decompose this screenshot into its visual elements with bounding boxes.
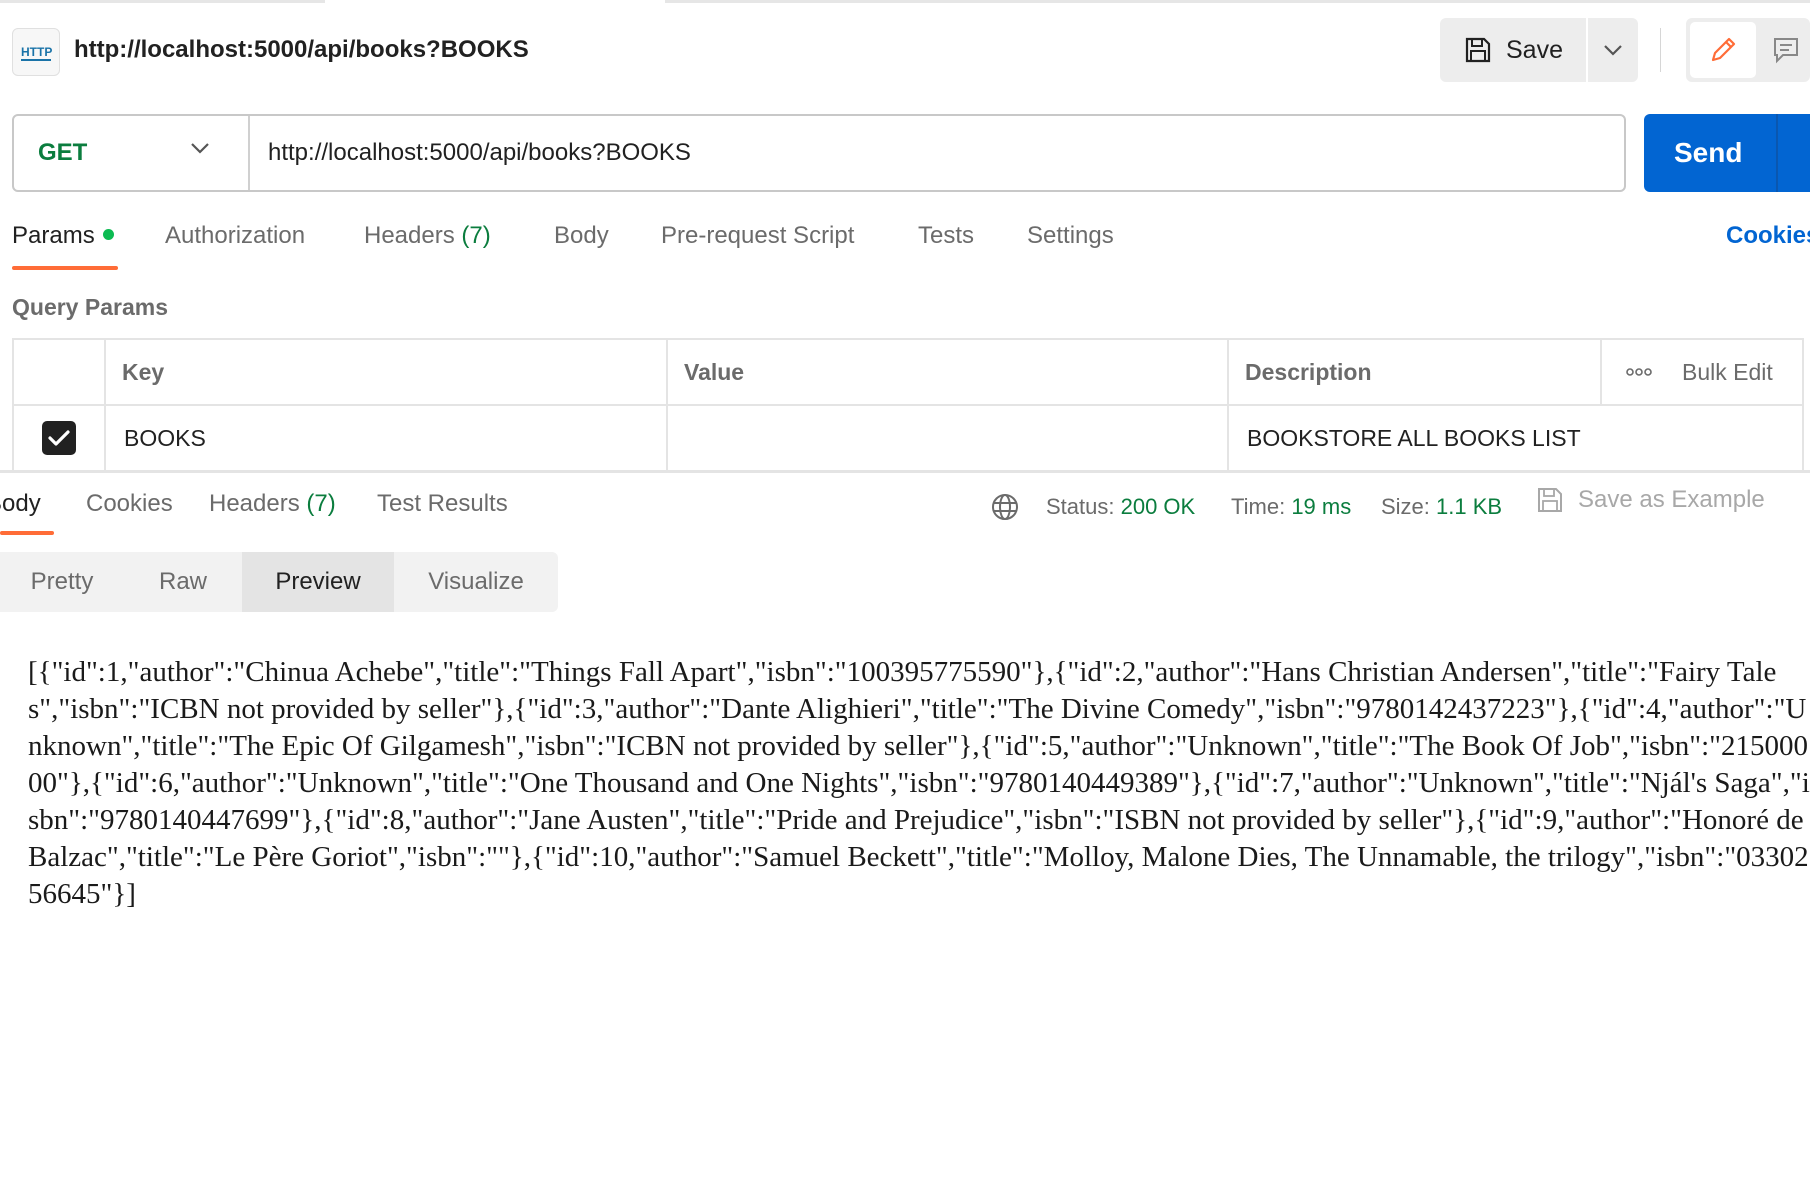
- headers-count: (7): [461, 222, 491, 249]
- save-example-label: Save as Example: [1578, 486, 1765, 513]
- table-header-row: Key Value Description Bulk Edit: [14, 340, 1804, 406]
- response-headers-count: (7): [306, 490, 336, 517]
- request-tabs: Params Authorization Headers (7) Body Pr…: [0, 222, 1810, 274]
- active-tab-underline: [0, 531, 54, 535]
- response-size[interactable]: Size: 1.1 KB: [1381, 490, 1502, 524]
- response-time[interactable]: Time: 19 ms: [1231, 490, 1351, 524]
- save-as-example-button[interactable]: Save as Example: [1536, 486, 1765, 514]
- size-label: Size:: [1381, 494, 1430, 519]
- mode-pretty[interactable]: Pretty: [0, 552, 124, 612]
- time-label: Time:: [1231, 494, 1286, 519]
- tab-label: Settings: [1027, 222, 1114, 249]
- param-value-cell[interactable]: [666, 406, 1227, 470]
- save-button[interactable]: Save: [1440, 18, 1588, 82]
- tab-label: Tests: [918, 222, 975, 249]
- table-row: BOOKS BOOKSTORE ALL BOOKS LIST: [14, 406, 1804, 472]
- mode-raw[interactable]: Raw: [124, 552, 242, 612]
- value-column-header: Value: [666, 340, 1227, 404]
- body-view-modes: Pretty Raw Preview Visualize: [0, 552, 558, 612]
- tab-label: Params: [12, 222, 95, 249]
- param-enabled-checkbox[interactable]: [42, 421, 76, 455]
- chevron-down-icon: [1604, 45, 1622, 56]
- request-header: HTTP http://localhost:5000/api/books?BOO…: [0, 10, 1810, 90]
- params-active-dot: [102, 229, 114, 241]
- key-column-header: Key: [104, 340, 666, 404]
- pencil-icon: [1711, 37, 1736, 62]
- method-label: GET: [38, 139, 88, 166]
- cookies-link[interactable]: Cookies: [1726, 222, 1810, 250]
- request-title[interactable]: http://localhost:5000/api/books?BOOKS: [74, 36, 529, 64]
- description-column-header: Description: [1227, 340, 1600, 404]
- method-select[interactable]: GET: [14, 116, 250, 190]
- size-value: 1.1 KB: [1436, 494, 1503, 519]
- tab-label: Headers: [364, 222, 455, 249]
- window-top-border: [0, 0, 1810, 3]
- send-button[interactable]: Send: [1644, 114, 1810, 192]
- mode-preview[interactable]: Preview: [242, 552, 394, 612]
- tab-body[interactable]: Body: [554, 222, 609, 250]
- chevron-down-icon: [191, 143, 209, 154]
- tab-tests[interactable]: Tests: [918, 222, 974, 250]
- tab-label: Body: [554, 222, 609, 249]
- http-icon-text: HTTP: [21, 45, 52, 59]
- query-params-table: Key Value Description Bulk Edit BOOKS BO…: [12, 338, 1804, 472]
- request-response-divider[interactable]: [0, 470, 1810, 473]
- globe-icon: [992, 494, 1018, 520]
- http-icon: HTTP: [12, 28, 60, 76]
- save-label: Save: [1506, 35, 1563, 64]
- network-info[interactable]: [990, 490, 1020, 524]
- save-button-group: Save: [1440, 18, 1638, 82]
- floppy-disk-icon: [1465, 37, 1491, 63]
- tab-label: Pre-request Script: [661, 222, 855, 249]
- tab-params[interactable]: Params: [12, 222, 114, 250]
- edit-button[interactable]: [1690, 22, 1756, 78]
- active-tab-indicator: [325, 0, 665, 3]
- tab-authorization[interactable]: Authorization: [165, 222, 305, 250]
- comments-button[interactable]: [1762, 22, 1810, 78]
- send-options-divider: [1776, 114, 1778, 192]
- time-value: 19 ms: [1291, 494, 1352, 519]
- checkbox-column-header: [14, 340, 104, 404]
- tab-settings[interactable]: Settings: [1027, 222, 1114, 250]
- response-preview-body: [{"id":1,"author":"Chinua Achebe","title…: [28, 656, 1810, 910]
- checkmark-icon: [48, 430, 70, 446]
- send-label: Send: [1674, 137, 1743, 168]
- status-label: Status:: [1046, 494, 1115, 519]
- response-status[interactable]: Status: 200 OK: [1046, 490, 1195, 524]
- query-params-title: Query Params: [12, 294, 168, 320]
- param-description-cell[interactable]: BOOKSTORE ALL BOOKS LIST: [1227, 406, 1804, 470]
- tab-response-headers[interactable]: Headers (7): [209, 490, 336, 518]
- mode-visualize[interactable]: Visualize: [394, 552, 558, 612]
- bulk-edit-button[interactable]: Bulk Edit: [1682, 359, 1773, 386]
- save-options-button[interactable]: [1588, 18, 1638, 82]
- tab-label: Headers: [209, 490, 300, 517]
- row-checkbox-cell: [14, 406, 104, 470]
- url-input[interactable]: [268, 132, 1608, 174]
- view-toggle-group: [1686, 18, 1810, 82]
- comment-icon: [1774, 38, 1798, 64]
- param-key-cell[interactable]: BOOKS: [104, 406, 666, 470]
- active-tab-underline: [12, 266, 118, 270]
- tab-label: Authorization: [165, 222, 306, 249]
- tab-test-results[interactable]: Test Results: [377, 490, 508, 518]
- table-actions: Bulk Edit: [1600, 340, 1804, 404]
- url-bar: GET: [12, 114, 1626, 192]
- tab-response-body[interactable]: Body: [0, 490, 41, 518]
- tab-headers[interactable]: Headers (7): [364, 222, 491, 250]
- tab-response-cookies[interactable]: Cookies: [86, 490, 173, 518]
- more-options-icon[interactable]: [1626, 368, 1652, 376]
- toolbar-divider: [1660, 28, 1661, 72]
- floppy-disk-icon: [1538, 488, 1562, 512]
- tab-pre-request-script[interactable]: Pre-request Script: [661, 222, 854, 250]
- status-value: 200 OK: [1120, 494, 1196, 519]
